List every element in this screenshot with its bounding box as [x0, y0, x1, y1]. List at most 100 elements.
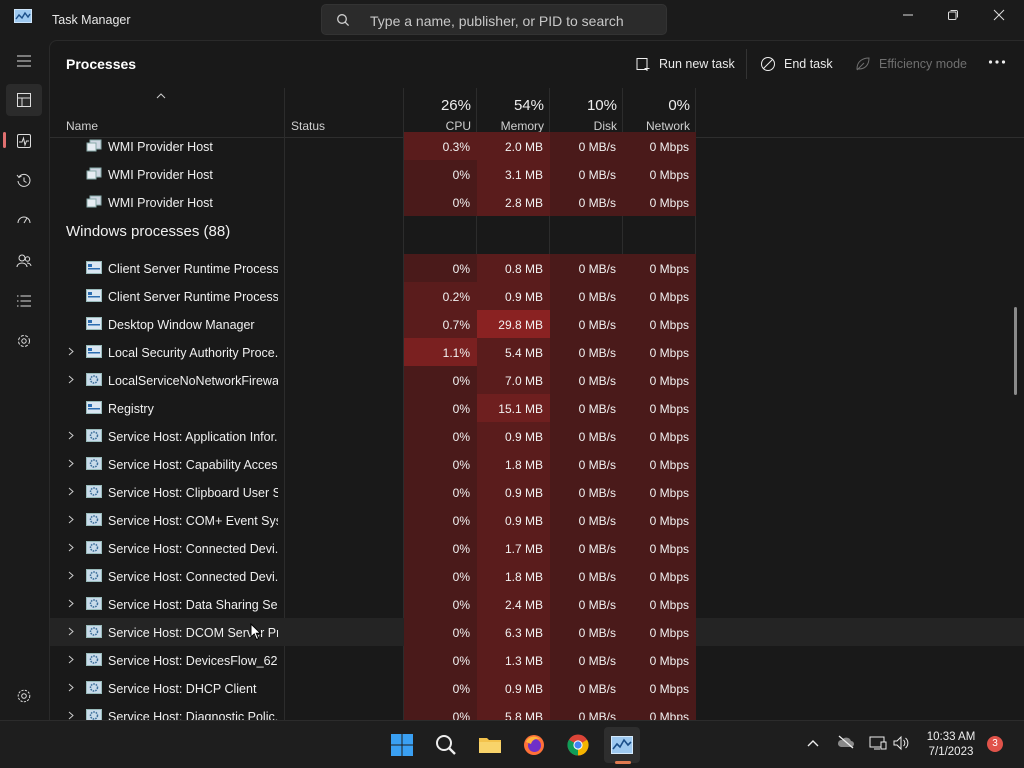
memory-cell: 0.8 MB	[477, 254, 550, 282]
close-button[interactable]	[976, 0, 1022, 32]
chevron-right-icon[interactable]	[68, 599, 74, 608]
search-box[interactable]	[321, 4, 667, 35]
chevron-right-icon[interactable]	[68, 711, 74, 720]
table-row[interactable]: Desktop Window Manager 0.7% 29.8 MB 0 MB…	[50, 310, 1024, 338]
notification-badge[interactable]: 3	[987, 736, 1003, 752]
chrome-icon	[567, 734, 589, 756]
hamburger-menu-button[interactable]	[6, 45, 42, 77]
nav-details[interactable]	[6, 285, 42, 317]
system-clock[interactable]: 10:33 AM 7/1/2023	[918, 730, 984, 760]
cpu-cell: 0%	[404, 702, 477, 720]
column-header-cpu[interactable]: 26% CPU	[404, 88, 477, 137]
end-task-button[interactable]: End task	[760, 53, 833, 75]
task-manager-taskbar-button[interactable]	[604, 727, 640, 763]
table-row[interactable]: Service Host: DHCP Client 0% 0.9 MB 0 MB…	[50, 674, 1024, 702]
clock-date: 7/1/2023	[928, 746, 974, 758]
network-cell: 0 Mbps	[623, 132, 696, 160]
service-gear-icon	[86, 569, 102, 582]
start-button[interactable]	[384, 727, 420, 763]
chevron-right-icon[interactable]	[68, 571, 74, 580]
run-new-task-icon	[636, 57, 650, 71]
nav-performance[interactable]	[6, 125, 42, 157]
table-row[interactable]: Service Host: Diagnostic Polic... 0% 5.8…	[50, 702, 1024, 720]
cpu-cell: 0%	[404, 646, 477, 674]
table-row[interactable]: Service Host: Capability Acces... 0% 1.8…	[50, 450, 1024, 478]
vertical-scrollbar-thumb[interactable]	[1014, 307, 1017, 395]
chevron-right-icon[interactable]	[68, 375, 74, 384]
table-row[interactable]: Service Host: DCOM Server Pr... 0% 6.3 M…	[50, 618, 1024, 646]
column-header-memory[interactable]: 54% Memory	[477, 88, 550, 137]
process-name: Service Host: Application Infor...	[108, 430, 278, 444]
chevron-right-icon[interactable]	[68, 627, 74, 636]
nav-app-history[interactable]	[6, 165, 42, 197]
chevron-right-icon[interactable]	[68, 459, 74, 468]
chevron-right-icon[interactable]	[68, 431, 74, 440]
network-cell: 0 Mbps	[623, 646, 696, 674]
nav-services[interactable]	[6, 325, 42, 357]
memory-cell: 2.0 MB	[477, 132, 550, 160]
process-name: Service Host: DHCP Client	[108, 682, 257, 696]
settings-gear-icon	[17, 689, 31, 703]
file-explorer-button[interactable]	[472, 727, 508, 763]
memory-cell: 5.8 MB	[477, 702, 550, 720]
table-row[interactable]: Service Host: Data Sharing Ser... 0% 2.4…	[50, 590, 1024, 618]
column-header-network[interactable]: 0% Network	[623, 88, 696, 137]
chevron-right-icon[interactable]	[68, 683, 74, 692]
chevron-up-icon[interactable]	[806, 738, 820, 748]
taskbar-search-button[interactable]	[428, 727, 464, 763]
table-row[interactable]: WMI Provider Host 0% 2.8 MB 0 MB/s 0 Mbp…	[50, 188, 1024, 216]
network-label: Network	[645, 119, 690, 133]
cpu-cell: 0%	[404, 674, 477, 702]
search-input[interactable]	[368, 10, 662, 32]
column-header-name[interactable]: Name	[60, 88, 284, 137]
details-list-icon	[17, 295, 31, 307]
volume-icon[interactable]	[893, 735, 909, 751]
process-name: Service Host: Data Sharing Ser...	[108, 598, 278, 612]
efficiency-mode-button[interactable]: Efficiency mode	[855, 53, 967, 75]
network-cell: 0 Mbps	[623, 506, 696, 534]
chevron-right-icon[interactable]	[68, 655, 74, 664]
firefox-button[interactable]	[516, 727, 552, 763]
chevron-right-icon[interactable]	[68, 543, 74, 552]
minimize-button[interactable]	[885, 0, 931, 32]
process-name: Registry	[108, 402, 154, 416]
chevron-right-icon[interactable]	[68, 347, 74, 356]
restore-button[interactable]	[930, 0, 976, 32]
nav-users[interactable]	[6, 245, 42, 277]
table-row[interactable]: WMI Provider Host 0% 3.1 MB 0 MB/s 0 Mbp…	[50, 160, 1024, 188]
chrome-button[interactable]	[560, 727, 596, 763]
group-header-row[interactable]: Windows processes (88)	[50, 218, 1024, 254]
table-row[interactable]: Service Host: Connected Devi... 0% 1.8 M…	[50, 562, 1024, 590]
table-row[interactable]: LocalServiceNoNetworkFirewa... 0% 7.0 MB…	[50, 366, 1024, 394]
table-row[interactable]: Local Security Authority Proce... 1.1% 5…	[50, 338, 1024, 366]
table-row[interactable]: Registry 0% 15.1 MB 0 MB/s 0 Mbps	[50, 394, 1024, 422]
disk-cell: 0 MB/s	[550, 160, 623, 188]
disk-cell: 0 MB/s	[550, 188, 623, 216]
run-new-task-button[interactable]: Run new task	[636, 53, 735, 75]
more-options-icon[interactable]	[988, 59, 1006, 65]
cpu-cell: 0%	[404, 160, 477, 188]
disk-cell: 0 MB/s	[550, 282, 623, 310]
onedrive-offline-icon[interactable]	[837, 735, 855, 749]
service-gear-icon	[86, 373, 102, 386]
column-header-disk[interactable]: 10% Disk	[550, 88, 623, 137]
efficiency-mode-label: Efficiency mode	[879, 57, 968, 71]
network-icon[interactable]	[869, 735, 887, 751]
table-row[interactable]: Service Host: Clipboard User S... 0% 0.9…	[50, 478, 1024, 506]
nav-processes[interactable]	[6, 84, 42, 116]
nav-settings[interactable]	[6, 680, 42, 712]
chevron-right-icon[interactable]	[68, 515, 74, 524]
nav-startup-apps[interactable]	[6, 205, 42, 237]
network-cell: 0 Mbps	[623, 590, 696, 618]
table-row[interactable]: Service Host: COM+ Event Sys... 0% 0.9 M…	[50, 506, 1024, 534]
table-row[interactable]: WMI Provider Host 0.3% 2.0 MB 0 MB/s 0 M…	[50, 132, 1024, 160]
table-row[interactable]: Service Host: DevicesFlow_621... 0% 1.3 …	[50, 646, 1024, 674]
table-row[interactable]: Client Server Runtime Process 0.2% 0.9 M…	[50, 282, 1024, 310]
cpu-cell: 0%	[404, 394, 477, 422]
disk-cell: 0 MB/s	[550, 618, 623, 646]
table-row[interactable]: Client Server Runtime Process 0% 0.8 MB …	[50, 254, 1024, 282]
column-header-status[interactable]: Status	[285, 88, 403, 137]
table-row[interactable]: Service Host: Application Infor... 0% 0.…	[50, 422, 1024, 450]
chevron-right-icon[interactable]	[68, 487, 74, 496]
table-row[interactable]: Service Host: Connected Devi... 0% 1.7 M…	[50, 534, 1024, 562]
